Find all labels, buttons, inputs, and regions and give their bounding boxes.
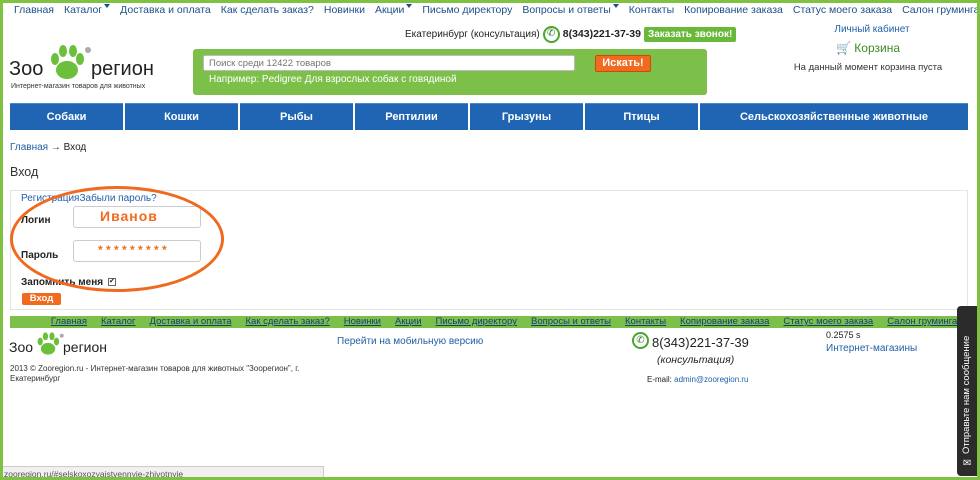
header-phone: 8(343)221-37-39 [562, 28, 641, 40]
email-label: E-mail: [647, 375, 672, 384]
footer-consult: (консультация) [657, 354, 735, 366]
password-value: * * * * * * * * * [98, 243, 167, 257]
city-label: Екатеринбург (консультация) [405, 28, 540, 40]
paw-icon [51, 45, 91, 79]
footer-nav-item[interactable]: Письмо директору [436, 316, 517, 328]
top-nav-item[interactable]: Копирование заказа [684, 4, 783, 18]
account-panel: Личный кабинет 🛒 Корзина На данный момен… [788, 24, 948, 73]
account-link[interactable]: Личный кабинет [796, 24, 948, 35]
main-menu: Собаки Кошки Рыбы Рептилии Грызуны Птицы… [10, 103, 968, 130]
breadcrumb-home[interactable]: Главная [10, 142, 48, 153]
breadcrumb-current: Вход [63, 142, 87, 153]
menu-item-rodents[interactable]: Грызуны [470, 103, 583, 130]
search-button[interactable]: Искать! [595, 55, 651, 72]
remember-me[interactable]: Запомнить меня ✔ [21, 277, 116, 288]
top-nav-item[interactable]: Контакты [629, 4, 674, 18]
top-nav-item[interactable]: Главная [14, 4, 54, 18]
menu-item-dogs[interactable]: Собаки [10, 103, 123, 130]
remember-checkbox[interactable]: ✔ [107, 278, 116, 287]
footer-nav-item[interactable]: Статус моего заказа [783, 316, 873, 328]
top-nav-item[interactable]: Статус моего заказа [793, 4, 892, 18]
phone-icon: ✆ [542, 25, 560, 43]
cart-icon: 🛒 [835, 41, 851, 55]
top-nav-item[interactable]: Как сделать заказ? [221, 4, 314, 18]
footer-nav: Главная Каталог Доставка и оплата Как сдела… [10, 316, 968, 328]
cart-label: Корзина [854, 41, 900, 55]
search-panel: Искать! Например: Pedigree Для взрослых … [193, 49, 707, 95]
footer-nav-item[interactable]: Копирование заказа [680, 316, 769, 328]
menu-item-fish[interactable]: Рыбы [240, 103, 353, 130]
email-link[interactable]: admin@zooregion.ru [674, 375, 748, 384]
top-nav-item[interactable]: Каталог [64, 4, 102, 18]
search-example: Например: Pedigree Для взрослых собак с … [209, 74, 457, 85]
password-input[interactable]: * * * * * * * * * [73, 240, 201, 262]
top-nav-item[interactable]: Доставка и оплата [120, 4, 211, 18]
menu-item-birds[interactable]: Птицы [585, 103, 698, 130]
cart-link[interactable]: 🛒 Корзина [788, 41, 948, 55]
logo-tagline: Интернет-магазин товаров для животных [11, 83, 146, 90]
footer-nav-item[interactable]: Доставка и оплата [150, 316, 232, 328]
chevron-down-icon [104, 4, 111, 8]
cart-status: На данный момент корзина пуста [793, 62, 943, 73]
top-nav: Главная Каталог Доставка и оплата Как сдела… [14, 4, 979, 18]
login-submit-button[interactable]: Вход [22, 293, 61, 305]
top-nav-item[interactable]: Салон груминга [902, 4, 979, 18]
footer-phone: 8(343)221-37-39 [652, 335, 749, 350]
header-phone-row: Екатеринбург (консультация) ✆ 8(343)221-… [405, 25, 737, 43]
footer-nav-item[interactable]: Вопросы и ответы [531, 316, 611, 328]
password-label: Пароль [21, 250, 59, 261]
logo[interactable]: Зоо регион Интернет-магазин товаров для … [9, 42, 159, 92]
forgot-password-link[interactable]: Забыли пароль? [79, 193, 156, 204]
feedback-label: Отправьте нам сообщение [961, 335, 972, 454]
top-nav-item[interactable]: Вопросы и ответы [522, 4, 610, 18]
footer-nav-item[interactable]: Каталог [101, 316, 136, 328]
render-time: 0.2575 s [826, 330, 861, 340]
footer-email: E-mail: admin@zooregion.ru [647, 375, 749, 384]
top-nav-item[interactable]: Письмо директору [422, 4, 512, 18]
footer-nav-item[interactable]: Салон груминга [887, 316, 957, 328]
register-link[interactable]: Регистрация [21, 193, 79, 204]
footer-nav-item[interactable]: Как сделать заказ? [246, 316, 330, 328]
mobile-version-link[interactable]: Перейти на мобильную версию [337, 336, 483, 347]
search-input[interactable] [203, 55, 575, 71]
footer-paw-icon [37, 332, 64, 355]
footer-logo-text-left: Зоо [9, 339, 34, 355]
footer-nav-item[interactable]: Главная [51, 316, 87, 328]
footer-phone-icon: ✆ [632, 332, 649, 349]
login-label: Логин [21, 215, 51, 226]
footer-nav-item[interactable]: Контакты [625, 316, 666, 328]
footer-nav-item[interactable]: Новинки [344, 316, 381, 328]
menu-item-cats[interactable]: Кошки [125, 103, 238, 130]
logo-text-left: Зоо [9, 58, 44, 80]
shops-link[interactable]: Интернет-магазины [826, 343, 917, 354]
login-form: РегистрацияЗабыли пароль? Логин Иванов П… [10, 190, 968, 310]
login-value: Иванов [100, 208, 158, 224]
chat-icon: ✉ [963, 458, 972, 469]
top-nav-item[interactable]: Новинки [324, 4, 365, 18]
footer-logo[interactable]: Зоо регион [9, 330, 129, 358]
logo-text-right: регион [91, 58, 154, 80]
top-nav-item[interactable]: Акции [375, 4, 404, 18]
request-call-button[interactable]: Заказать звонок! [643, 26, 737, 42]
chevron-down-icon [406, 4, 413, 8]
chevron-down-icon [612, 4, 619, 8]
breadcrumb: Главная → Вход [10, 142, 86, 153]
login-input[interactable]: Иванов [73, 206, 201, 228]
login-links: РегистрацияЗабыли пароль? [21, 193, 157, 204]
remember-label: Запомнить меня [21, 277, 104, 288]
page-title: Вход [10, 165, 39, 179]
footer-logo-text-right: регион [63, 339, 108, 355]
copyright: 2013 © Zooregion.ru - Интернет-магазин т… [10, 364, 300, 383]
menu-item-farm-animals[interactable]: Сельскохозяйственные животные [700, 103, 968, 130]
footer-nav-item[interactable]: Акции [395, 316, 422, 328]
menu-item-reptiles[interactable]: Рептилии [355, 103, 468, 130]
feedback-tab[interactable]: Отправьте нам сообщение ✉ [957, 306, 980, 476]
status-bar-url: zooregion.ru/#selskoxozyajstvennyie-zhiv… [0, 466, 324, 480]
breadcrumb-separator: → [50, 142, 61, 153]
